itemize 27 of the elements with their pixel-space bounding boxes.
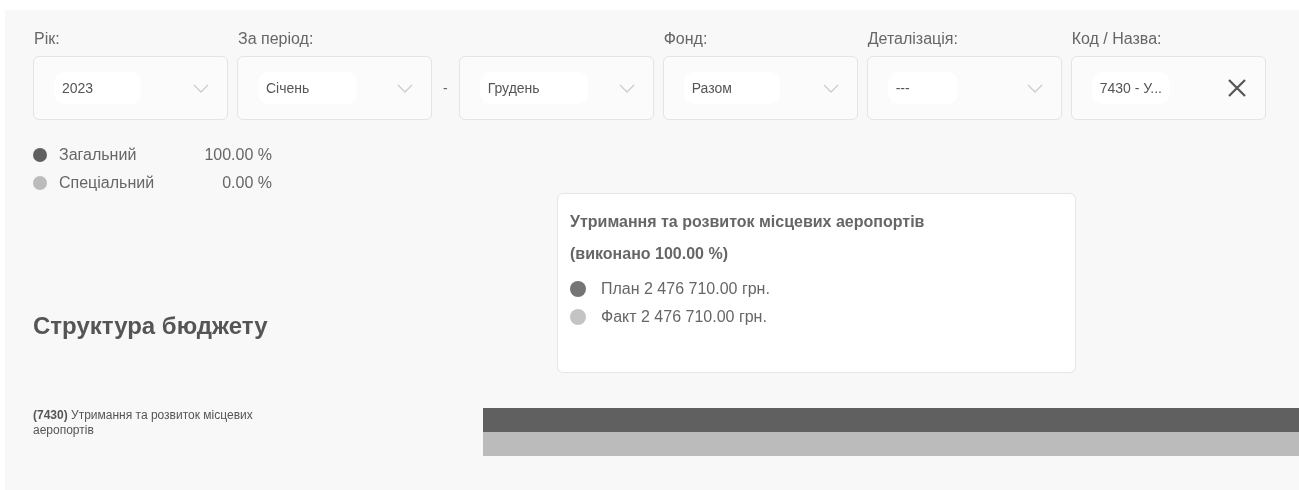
tooltip-value: План 2 476 710.00 грн. xyxy=(601,280,770,298)
legend-value: 0.00 % xyxy=(221,174,272,192)
legend-value: 100.00 % xyxy=(204,146,272,164)
filter-label: Код / Назва: xyxy=(1070,30,1163,49)
range-dash: - xyxy=(443,79,448,98)
filter-label: Фонд: xyxy=(662,30,709,49)
search-field[interactable]: 7430 - У... xyxy=(1070,56,1266,120)
close-icon[interactable] xyxy=(1226,78,1247,98)
tooltip-title: Утримання та розвиток місцевих аеропортів (виконано 100.00 %) xyxy=(570,212,926,264)
dropdown[interactable]: Грудень xyxy=(458,56,654,120)
chevron-down-icon xyxy=(618,83,635,93)
chevron-down-icon xyxy=(193,83,209,93)
dropdown[interactable]: --- xyxy=(866,56,1062,120)
tooltip-value: Факт 2 476 710.00 грн. xyxy=(601,308,767,326)
legend-label: Спеціальний xyxy=(59,174,156,192)
filter-label: Рік: xyxy=(33,30,61,49)
dropdown[interactable]: Січень xyxy=(237,56,432,120)
chevron-down-icon xyxy=(397,83,413,93)
filter-label: Деталізація: xyxy=(866,30,959,49)
section-title: Структура бюджету xyxy=(33,312,268,340)
row-label: (7430) Утримання та розвиток місцевих аеропортів xyxy=(33,408,254,438)
dropdown[interactable]: 2023 xyxy=(33,56,228,120)
chevron-down-icon xyxy=(1026,83,1043,93)
legend-label: Загальний xyxy=(59,146,138,164)
chevron-down-icon xyxy=(822,83,839,93)
dropdown[interactable]: Разом xyxy=(662,56,858,120)
filter-label: За період: xyxy=(237,30,315,49)
